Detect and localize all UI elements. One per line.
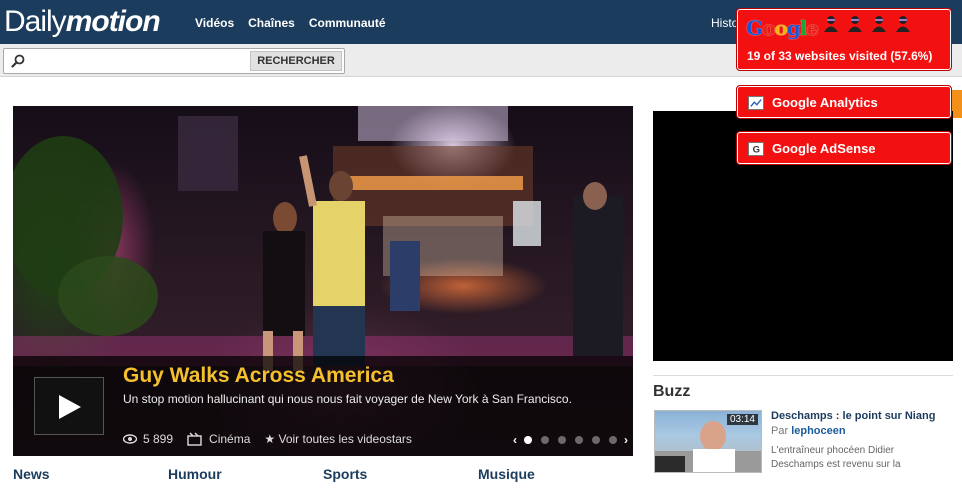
carousel-nav: ‹ › [513, 433, 628, 447]
category-news[interactable]: News [13, 466, 168, 482]
tracker-google-adsense[interactable]: G Google AdSense [736, 131, 952, 165]
agent-silhouette-icon [848, 16, 862, 32]
eye-icon [123, 434, 137, 444]
nav-community[interactable]: Communauté [309, 16, 386, 30]
featured-video[interactable]: Guy Walks Across America Un stop motion … [13, 106, 633, 456]
agent-avatars [822, 15, 912, 33]
carousel-dot[interactable] [575, 436, 583, 444]
carousel-dot[interactable] [592, 436, 600, 444]
category-humour[interactable]: Humour [168, 466, 323, 482]
logo-motion: motion [65, 5, 161, 38]
chart-icon [748, 96, 764, 110]
carousel-dot[interactable] [609, 436, 617, 444]
dailymotion-logo[interactable]: Dailymotion [4, 5, 161, 39]
play-icon [59, 395, 81, 419]
tracker-label: Google AdSense [772, 141, 876, 156]
byline-label: Par [771, 425, 789, 437]
buzz-byline: Par lephoceen [771, 425, 846, 437]
author-link[interactable]: lephoceen [791, 425, 845, 437]
search-button[interactable]: RECHERCHER [250, 51, 342, 71]
featured-caption: Guy Walks Across America Un stop motion … [13, 356, 633, 456]
featured-title[interactable]: Guy Walks Across America [123, 364, 394, 388]
history-link[interactable]: Histo [711, 16, 738, 30]
visited-count: 19 of 33 websites visited (57.6%) [747, 49, 933, 63]
search-input[interactable] [28, 52, 248, 70]
carousel-dot[interactable] [541, 436, 549, 444]
view-count: 5 899 [143, 432, 174, 446]
tracker-label: Google Analytics [772, 95, 878, 110]
google-tracker-panel[interactable]: Google 19 of 33 websites visited (57.6%) [736, 8, 952, 71]
carousel-dots [524, 436, 617, 444]
category-row: News Humour Sports Musique [13, 466, 633, 482]
tracker-google-analytics[interactable]: Google Analytics [736, 85, 952, 119]
g-letter-icon: G [748, 142, 764, 156]
logo-daily: Daily [4, 5, 67, 38]
search-box: RECHERCHER [3, 48, 345, 74]
carousel-dot[interactable] [524, 436, 532, 444]
video-duration: 03:14 [726, 414, 758, 425]
buzz-thumbnail[interactable]: 03:14 [654, 410, 762, 473]
agent-silhouette-icon [872, 16, 886, 32]
buzz-headline[interactable]: Deschamps : le point sur Niang [771, 410, 935, 422]
videostars-link[interactable]: ★ Voir toutes les videostars [264, 432, 412, 446]
search-icon [11, 54, 25, 68]
carousel-prev-button[interactable]: ‹ [513, 433, 517, 447]
google-logo: Google [746, 16, 819, 40]
main-nav: Vidéos Chaînes Communauté [195, 16, 386, 30]
buzz-item[interactable]: 03:14 Deschamps : le point sur Niang Par… [653, 409, 953, 488]
featured-meta: 5 899 Cinéma ★ Voir toutes les videostar… [123, 432, 412, 446]
dailymotion-page: Dailymotion Vidéos Chaînes Communauté Hi… [0, 0, 962, 488]
nav-channels[interactable]: Chaînes [248, 16, 295, 30]
agent-silhouette-icon [824, 16, 838, 32]
buzz-snippet: L'entraîneur phocéen Didier Deschamps es… [771, 445, 901, 470]
play-button[interactable] [34, 377, 104, 435]
category-music[interactable]: Musique [478, 466, 633, 482]
buzz-heading: Buzz [653, 383, 691, 400]
featured-description: Un stop motion hallucinant qui nous nous… [123, 392, 572, 406]
agent-silhouette-icon [896, 16, 910, 32]
nav-videos[interactable]: Vidéos [195, 16, 234, 30]
category-sports[interactable]: Sports [323, 466, 478, 482]
category-link[interactable]: Cinéma [209, 432, 250, 446]
clapperboard-icon [187, 432, 202, 446]
svg-text:G: G [753, 143, 760, 154]
divider [653, 375, 953, 376]
carousel-next-button[interactable]: › [624, 433, 628, 447]
carousel-dot[interactable] [558, 436, 566, 444]
